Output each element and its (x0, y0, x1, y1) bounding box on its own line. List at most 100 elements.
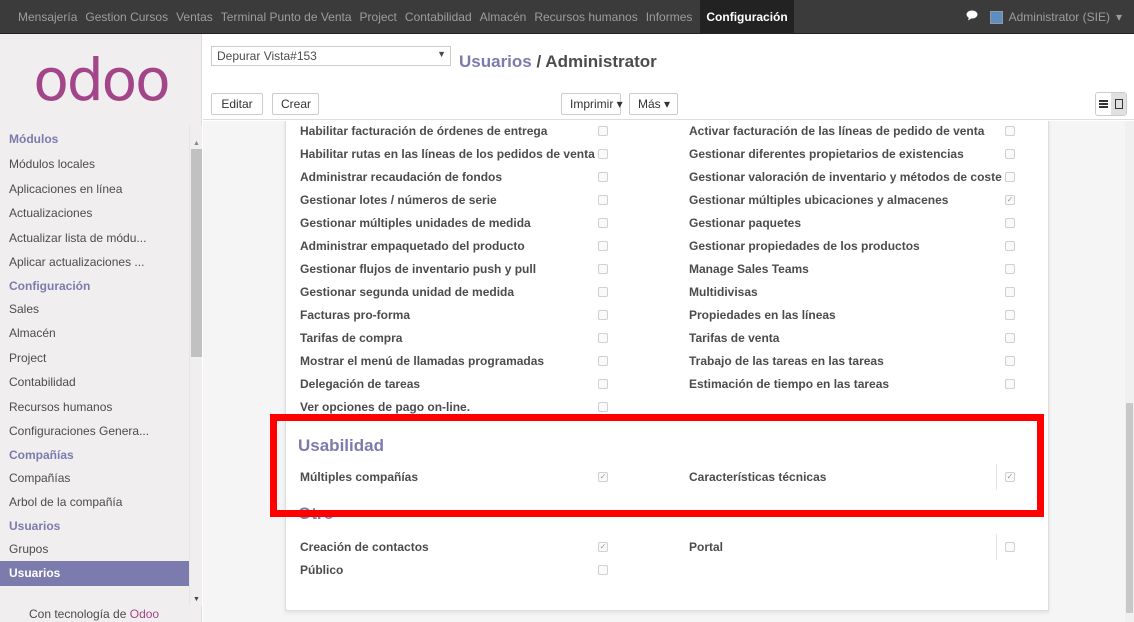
sidebar-item-actualizaciones[interactable]: Actualizaciones (0, 201, 190, 226)
feature-checkbox[interactable] (1005, 149, 1015, 159)
breadcrumb-separator: / (531, 52, 546, 71)
usabilidad-multiple-companies-checkbox[interactable]: ✓ (598, 472, 608, 482)
sidebar-item-project[interactable]: Project (0, 346, 190, 371)
feature-label: Gestionar flujos de inventario push y pu… (300, 262, 537, 276)
menu-contabilidad[interactable]: Contabilidad (401, 0, 476, 34)
feature-checkbox[interactable] (598, 379, 608, 389)
feature-checkbox[interactable] (598, 310, 608, 320)
scroll-down-icon[interactable]: ▼ (193, 596, 200, 603)
feature-label: Manage Sales Teams (689, 262, 809, 276)
feature-label: Trabajo de las tareas en las tareas (689, 354, 884, 368)
column-divider (996, 464, 997, 490)
menu-configuracion[interactable]: Configuración (700, 0, 794, 34)
debug-view-value: Depurar Vista#153 (217, 49, 317, 63)
sidebar-item-almacen[interactable]: Almacén (0, 321, 190, 346)
column-divider (996, 534, 997, 560)
feature-checkbox[interactable] (1005, 333, 1015, 343)
select-caret-icon: ▼ (437, 49, 446, 59)
feature-label: Habilitar rutas en las líneas de los ped… (300, 147, 595, 161)
feature-checkbox[interactable] (1005, 172, 1015, 182)
sidebar-section-companias: Compañías (9, 447, 74, 462)
user-menu[interactable]: Administrator (SIE) ▾ (989, 10, 1122, 24)
feature-checkbox[interactable] (1005, 126, 1015, 136)
sidebar-item-arbol-compania[interactable]: Arbol de la compañía (0, 490, 190, 515)
otro-public-checkbox[interactable] (598, 565, 608, 575)
feature-label: Tarifas de compra (300, 331, 403, 345)
feature-checkbox[interactable] (598, 218, 608, 228)
feature-checkbox[interactable] (598, 333, 608, 343)
otro-contact-creation-checkbox[interactable]: ✓ (598, 542, 608, 552)
feature-label: Gestionar lotes / números de serie (300, 193, 497, 207)
main-scrollbar[interactable] (1125, 121, 1134, 622)
feature-label: Propiedades en las líneas (689, 308, 836, 322)
print-dropdown-button[interactable]: Imprimir ▾ (561, 93, 623, 115)
feature-checkbox[interactable] (1005, 287, 1015, 297)
create-button[interactable]: Crear (272, 93, 319, 115)
feature-checkbox[interactable] (598, 287, 608, 297)
main-scroll-thumb[interactable] (1126, 403, 1133, 613)
main-menu: Mensajería Gestion Cursos Ventas Termina… (14, 0, 794, 34)
feature-label: Ver opciones de pago on-line. (300, 400, 471, 414)
feature-checkbox[interactable] (1005, 241, 1015, 251)
sidebar-item-modulos-locales[interactable]: Módulos locales (0, 152, 190, 177)
powered-by-brand[interactable]: Odoo (130, 607, 159, 621)
sidebar-item-sales[interactable]: Sales (0, 297, 190, 322)
feature-label: Gestionar paquetes (689, 216, 802, 230)
feature-checkbox[interactable] (598, 241, 608, 251)
feature-label: Gestionar valoración de inventario y mét… (689, 170, 1002, 184)
menu-mensajeria[interactable]: Mensajería (14, 0, 81, 34)
sidebar-item-contabilidad[interactable]: Contabilidad (0, 370, 190, 395)
list-view-icon[interactable] (1096, 93, 1111, 115)
menu-gestion-cursos[interactable]: Gestion Cursos (81, 0, 172, 34)
menu-terminal-pos[interactable]: Terminal Punto de Venta (217, 0, 356, 34)
sidebar-item-grupos[interactable]: Grupos (0, 537, 190, 562)
feature-checkbox[interactable] (1005, 356, 1015, 366)
feature-label: Administrar recaudación de fondos (300, 170, 503, 184)
sidebar-item-usuarios[interactable]: Usuarios (0, 561, 190, 586)
feature-label: Gestionar múltiples ubicaciones y almace… (689, 193, 949, 207)
sidebar-scroll-thumb[interactable] (191, 149, 202, 357)
feature-checkbox[interactable] (598, 172, 608, 182)
breadcrumb-usuarios[interactable]: Usuarios (459, 52, 532, 71)
feature-checkbox[interactable] (1005, 218, 1015, 228)
form-view-icon[interactable] (1111, 93, 1126, 115)
feature-checkbox[interactable] (598, 126, 608, 136)
feature-label: Habilitar facturación de órdenes de entr… (300, 124, 548, 138)
menu-ventas[interactable]: Ventas (172, 0, 217, 34)
sidebar-item-actualizar-lista[interactable]: Actualizar lista de módu... (0, 226, 190, 251)
feature-label: Activar facturación de las líneas de ped… (689, 124, 985, 138)
view-switcher (1095, 92, 1127, 116)
more-dropdown-button[interactable]: Más ▾ (629, 93, 678, 115)
usabilidad-technical-features-checkbox[interactable]: ✓ (1005, 472, 1015, 482)
edit-button[interactable]: Editar (211, 93, 263, 115)
feature-label: Gestionar propiedades de los productos (689, 239, 920, 253)
menu-informes[interactable]: Informes (642, 0, 697, 34)
feature-label: Gestionar segunda unidad de medida (300, 285, 515, 299)
chat-icon[interactable] (966, 10, 978, 24)
feature-checkbox[interactable] (598, 402, 608, 412)
menu-project[interactable]: Project (356, 0, 401, 34)
feature-checkbox-checked[interactable]: ✓ (1005, 195, 1015, 205)
feature-checkbox[interactable] (1005, 264, 1015, 274)
scroll-up-icon[interactable]: ▲ (193, 140, 200, 147)
otro-portal-checkbox[interactable] (1005, 542, 1015, 552)
feature-checkbox[interactable] (598, 356, 608, 366)
sidebar-scrollbar[interactable]: ▲ ▼ (189, 126, 202, 606)
sidebar-item-configuraciones-generales[interactable]: Configuraciones Genera... (0, 419, 190, 444)
menu-almacen[interactable]: Almacén (476, 0, 531, 34)
sidebar-item-aplicaciones-linea[interactable]: Aplicaciones en línea (0, 177, 190, 202)
form-content: Habilitar facturación de órdenes de entr… (203, 121, 1134, 622)
odoo-logo[interactable]: odoo (0, 34, 202, 126)
feature-checkbox[interactable] (598, 149, 608, 159)
sidebar-item-recursos-humanos[interactable]: Recursos humanos (0, 395, 190, 420)
sidebar-item-aplicar-actualizaciones[interactable]: Aplicar actualizaciones ... (0, 250, 190, 275)
debug-view-select[interactable]: Depurar Vista#153 ▼ (211, 46, 451, 66)
feature-checkbox[interactable] (598, 264, 608, 274)
feature-checkbox[interactable] (598, 195, 608, 205)
sidebar-section-usuarios: Usuarios (9, 518, 61, 533)
feature-checkbox[interactable] (1005, 379, 1015, 389)
powered-by: Con tecnología de Odoo (0, 607, 190, 622)
menu-recursos-humanos[interactable]: Recursos humanos (530, 0, 641, 34)
feature-checkbox[interactable] (1005, 310, 1015, 320)
sidebar-item-companias[interactable]: Compañías (0, 466, 190, 491)
